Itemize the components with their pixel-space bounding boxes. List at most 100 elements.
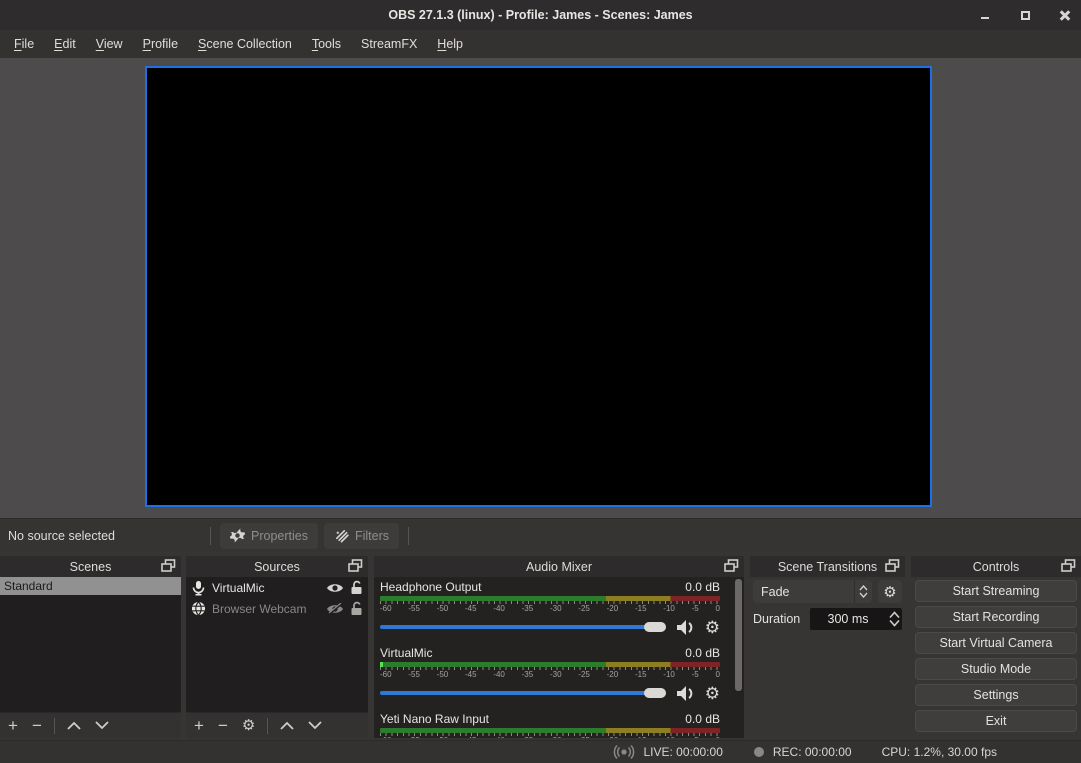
popout-icon[interactable] (1061, 559, 1076, 573)
minimize-icon (981, 17, 989, 19)
gear-icon[interactable]: ⚙ (705, 686, 720, 701)
add-scene-button[interactable]: + (8, 717, 18, 734)
scene-transitions-dock: Scene Transitions Fade ⚙ Duration (750, 556, 905, 738)
preview-area (0, 58, 1081, 518)
controls-dock: Controls Start Streaming Start Recording… (911, 556, 1081, 738)
add-source-button[interactable]: + (194, 717, 204, 734)
duration-label: Duration (753, 612, 810, 626)
eye-icon (326, 582, 344, 594)
globe-icon (191, 601, 206, 616)
scene-item[interactable]: Standard (0, 577, 181, 595)
speaker-icon[interactable] (676, 619, 696, 636)
volume-slider[interactable] (380, 618, 666, 636)
transition-properties-button[interactable]: ⚙ (878, 580, 902, 603)
volume-slider[interactable] (380, 684, 666, 702)
menu-item[interactable]: Tools (302, 32, 351, 56)
popout-icon[interactable] (724, 559, 739, 573)
move-source-down-button[interactable] (308, 721, 322, 730)
transition-select[interactable]: Fade (753, 580, 872, 603)
gear-icon (230, 528, 245, 543)
meter-activity (380, 662, 383, 667)
scenes-dock-header: Scenes (0, 556, 181, 577)
visibility-toggle[interactable] (326, 582, 344, 594)
properties-button[interactable]: Properties (220, 523, 318, 549)
preview-canvas[interactable] (145, 66, 932, 507)
menu-item[interactable]: View (86, 32, 133, 56)
mixer-channel: Headphone Output 0.0 dB -60-55-50-45-40-… (380, 579, 720, 636)
cpu-fps-stats: CPU: 1.2%, 30.00 fps (882, 745, 997, 759)
menu-item[interactable]: Help (427, 32, 473, 56)
duration-spinbox[interactable]: 300 ms (810, 608, 902, 630)
move-scene-down-button[interactable] (95, 721, 109, 730)
channel-name: Headphone Output (380, 580, 481, 594)
menu-item[interactable]: Profile (133, 32, 188, 56)
mixer-body: Headphone Output 0.0 dB -60-55-50-45-40-… (374, 577, 744, 738)
control-button[interactable]: Settings (915, 684, 1077, 706)
obs-window: OBS 27.1.3 (linux) - Profile: James - Sc… (0, 0, 1081, 763)
control-button[interactable]: Start Streaming (915, 580, 1077, 602)
source-item[interactable]: Browser Webcam (186, 598, 368, 619)
audio-mixer-dock: Audio Mixer Headphone Output 0.0 dB -60-… (374, 556, 744, 738)
meter-tick-labels: -60-55-50-45-40-35-30-25-20-15-10-50 (380, 605, 720, 613)
mixer-dock-header: Audio Mixer (374, 556, 744, 577)
speaker-icon[interactable] (676, 685, 696, 702)
source-status-label: No source selected (8, 529, 204, 543)
lock-toggle[interactable] (350, 601, 363, 616)
menu-item[interactable]: StreamFX (351, 32, 427, 56)
mixer-scrollbar[interactable] (735, 579, 742, 691)
scenes-dock-title: Scenes (5, 560, 176, 574)
meter-tick-labels: -60-55-50-45-40-35-30-25-20-15-10-50 (380, 737, 720, 738)
control-button[interactable]: Start Virtual Camera (915, 632, 1077, 654)
spin-up-icon[interactable] (889, 611, 900, 619)
filters-button[interactable]: Filters (324, 523, 399, 549)
control-button[interactable]: Start Recording (915, 606, 1077, 628)
sources-dock: Sources VirtualMic Browser Webcam (186, 556, 368, 738)
menu-item[interactable]: Edit (44, 32, 86, 56)
separator (267, 718, 268, 734)
volume-slider-handle[interactable] (644, 622, 666, 632)
popout-icon[interactable] (885, 559, 900, 573)
channel-name: VirtualMic (380, 646, 432, 660)
volume-slider-handle[interactable] (644, 688, 666, 698)
window-title: OBS 27.1.3 (linux) - Profile: James - Sc… (0, 8, 1081, 22)
popout-icon[interactable] (348, 559, 363, 573)
rec-time: REC: 00:00:00 (773, 745, 852, 759)
remove-scene-button[interactable]: − (32, 717, 42, 734)
close-button[interactable] (1057, 7, 1073, 23)
remove-source-button[interactable]: − (218, 717, 228, 734)
channel-db: 0.0 dB (685, 646, 720, 660)
maximize-button[interactable] (1017, 7, 1033, 23)
titlebar: OBS 27.1.3 (linux) - Profile: James - Sc… (0, 0, 1081, 30)
control-button[interactable]: Studio Mode (915, 658, 1077, 680)
gear-icon: ⚙ (883, 583, 896, 601)
scenes-toolbar: + − (0, 712, 181, 738)
source-item[interactable]: VirtualMic (186, 577, 368, 598)
channel-name: Yeti Nano Raw Input (380, 712, 489, 726)
source-properties-button[interactable]: ⚙ (242, 718, 255, 733)
minimize-button[interactable] (977, 7, 993, 23)
control-button[interactable]: Exit (915, 710, 1077, 732)
gear-icon[interactable]: ⚙ (705, 620, 720, 635)
menu-item[interactable]: File (4, 32, 44, 56)
channel-db: 0.0 dB (685, 712, 720, 726)
sources-dock-title: Sources (191, 560, 363, 574)
live-status: LIVE: 00:00:00 (613, 745, 722, 759)
visibility-toggle[interactable] (326, 603, 344, 615)
move-scene-up-button[interactable] (67, 721, 81, 730)
lock-toggle[interactable] (350, 580, 363, 595)
move-source-up-button[interactable] (280, 721, 294, 730)
mixer-channel: Yeti Nano Raw Input 0.0 dB -60-55-50-45-… (380, 711, 720, 738)
controls-dock-header: Controls (911, 556, 1081, 577)
transitions-dock-header: Scene Transitions (750, 556, 905, 577)
filters-icon (334, 528, 349, 543)
volume-meter (380, 596, 720, 601)
popout-icon[interactable] (161, 559, 176, 573)
sources-list: VirtualMic Browser Webcam (186, 577, 368, 712)
mixer-dock-title: Audio Mixer (379, 560, 739, 574)
duration-value: 300 ms (810, 608, 886, 630)
statusbar: LIVE: 00:00:00 REC: 00:00:00 CPU: 1.2%, … (0, 740, 1081, 763)
sources-toolbar: + − ⚙ (186, 712, 368, 738)
unlock-icon (350, 601, 363, 616)
spin-down-icon[interactable] (889, 619, 900, 627)
menu-item[interactable]: Scene Collection (188, 32, 302, 56)
